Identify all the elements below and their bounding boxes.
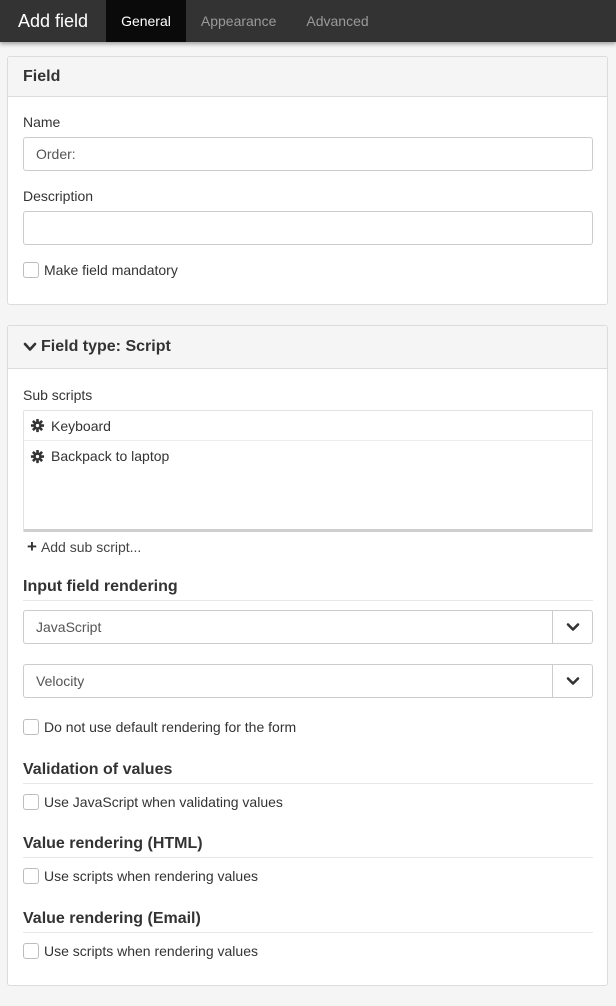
description-label: Description — [23, 188, 94, 204]
value-html-row: Use scripts when rendering values — [23, 868, 258, 884]
mandatory-row: Make field mandatory — [23, 262, 178, 278]
value-html-checkbox[interactable] — [23, 868, 39, 884]
field-type-heading[interactable]: Field type: Script — [8, 326, 607, 369]
mandatory-checkbox[interactable] — [23, 262, 39, 278]
select-value: JavaScript — [36, 619, 102, 635]
field-type-heading-text: Field type: Script — [41, 338, 171, 355]
validation-label: Use JavaScript when validating values — [44, 794, 283, 810]
select-caret[interactable] — [552, 665, 592, 697]
description-input[interactable] — [23, 211, 593, 245]
value-email-title: Value rendering (Email) — [23, 910, 593, 933]
sub-script-item[interactable]: Keyboard — [24, 411, 592, 441]
sub-script-label: Backpack to laptop — [51, 448, 170, 464]
name-input[interactable] — [23, 137, 593, 171]
sub-scripts-label: Sub scripts — [23, 387, 93, 403]
gear-icon — [30, 449, 45, 463]
no-default-rendering-checkbox[interactable] — [23, 719, 39, 735]
mandatory-label: Make field mandatory — [44, 262, 178, 278]
select-caret[interactable] — [552, 611, 592, 643]
tab-appearance[interactable]: Appearance — [186, 0, 292, 42]
no-default-rendering-label: Do not use default rendering for the for… — [44, 719, 297, 735]
input-rendering-title: Input field rendering — [23, 578, 593, 601]
validation-checkbox[interactable] — [23, 794, 39, 810]
chevron-down-icon — [566, 677, 579, 685]
select-value: Velocity — [36, 673, 85, 689]
field-panel-heading: Field — [8, 57, 607, 97]
value-email-label: Use scripts when rendering values — [44, 943, 258, 959]
name-label: Name — [23, 114, 61, 130]
validation-title: Validation of values — [23, 761, 593, 784]
gear-icon — [30, 418, 45, 433]
value-html-title: Value rendering (HTML) — [23, 835, 593, 858]
chevron-down-icon — [23, 342, 37, 351]
value-email-checkbox[interactable] — [23, 943, 39, 959]
plus-icon: + — [27, 537, 37, 556]
top-bar: Add field General Appearance Advanced — [0, 0, 616, 42]
no-default-rendering-row: Do not use default rendering for the for… — [23, 719, 296, 735]
value-email-row: Use scripts when rendering values — [23, 943, 258, 959]
tab-advanced[interactable]: Advanced — [291, 0, 383, 42]
template-engine-select[interactable]: Velocity — [23, 664, 593, 698]
sub-script-label: Keyboard — [51, 417, 111, 434]
add-sub-script-label: Add sub script... — [40, 539, 142, 555]
field-type-panel: Field type: Script Sub scripts Keyboard — [7, 325, 608, 986]
chevron-down-icon — [566, 623, 579, 631]
sub-scripts-list: Keyboard Backpack to laptop — [23, 410, 593, 532]
value-html-label: Use scripts when rendering values — [44, 868, 258, 884]
dialog-title: Add field — [18, 10, 89, 31]
tab-general[interactable]: General — [106, 0, 186, 42]
rendering-engine-select[interactable]: JavaScript — [23, 610, 593, 644]
field-panel: Field Name Description Make field mandat… — [7, 56, 608, 305]
validation-row: Use JavaScript when validating values — [23, 794, 283, 810]
add-sub-script-link[interactable]: + Add sub script... — [27, 537, 142, 556]
sub-script-item[interactable]: Backpack to laptop — [24, 441, 592, 471]
